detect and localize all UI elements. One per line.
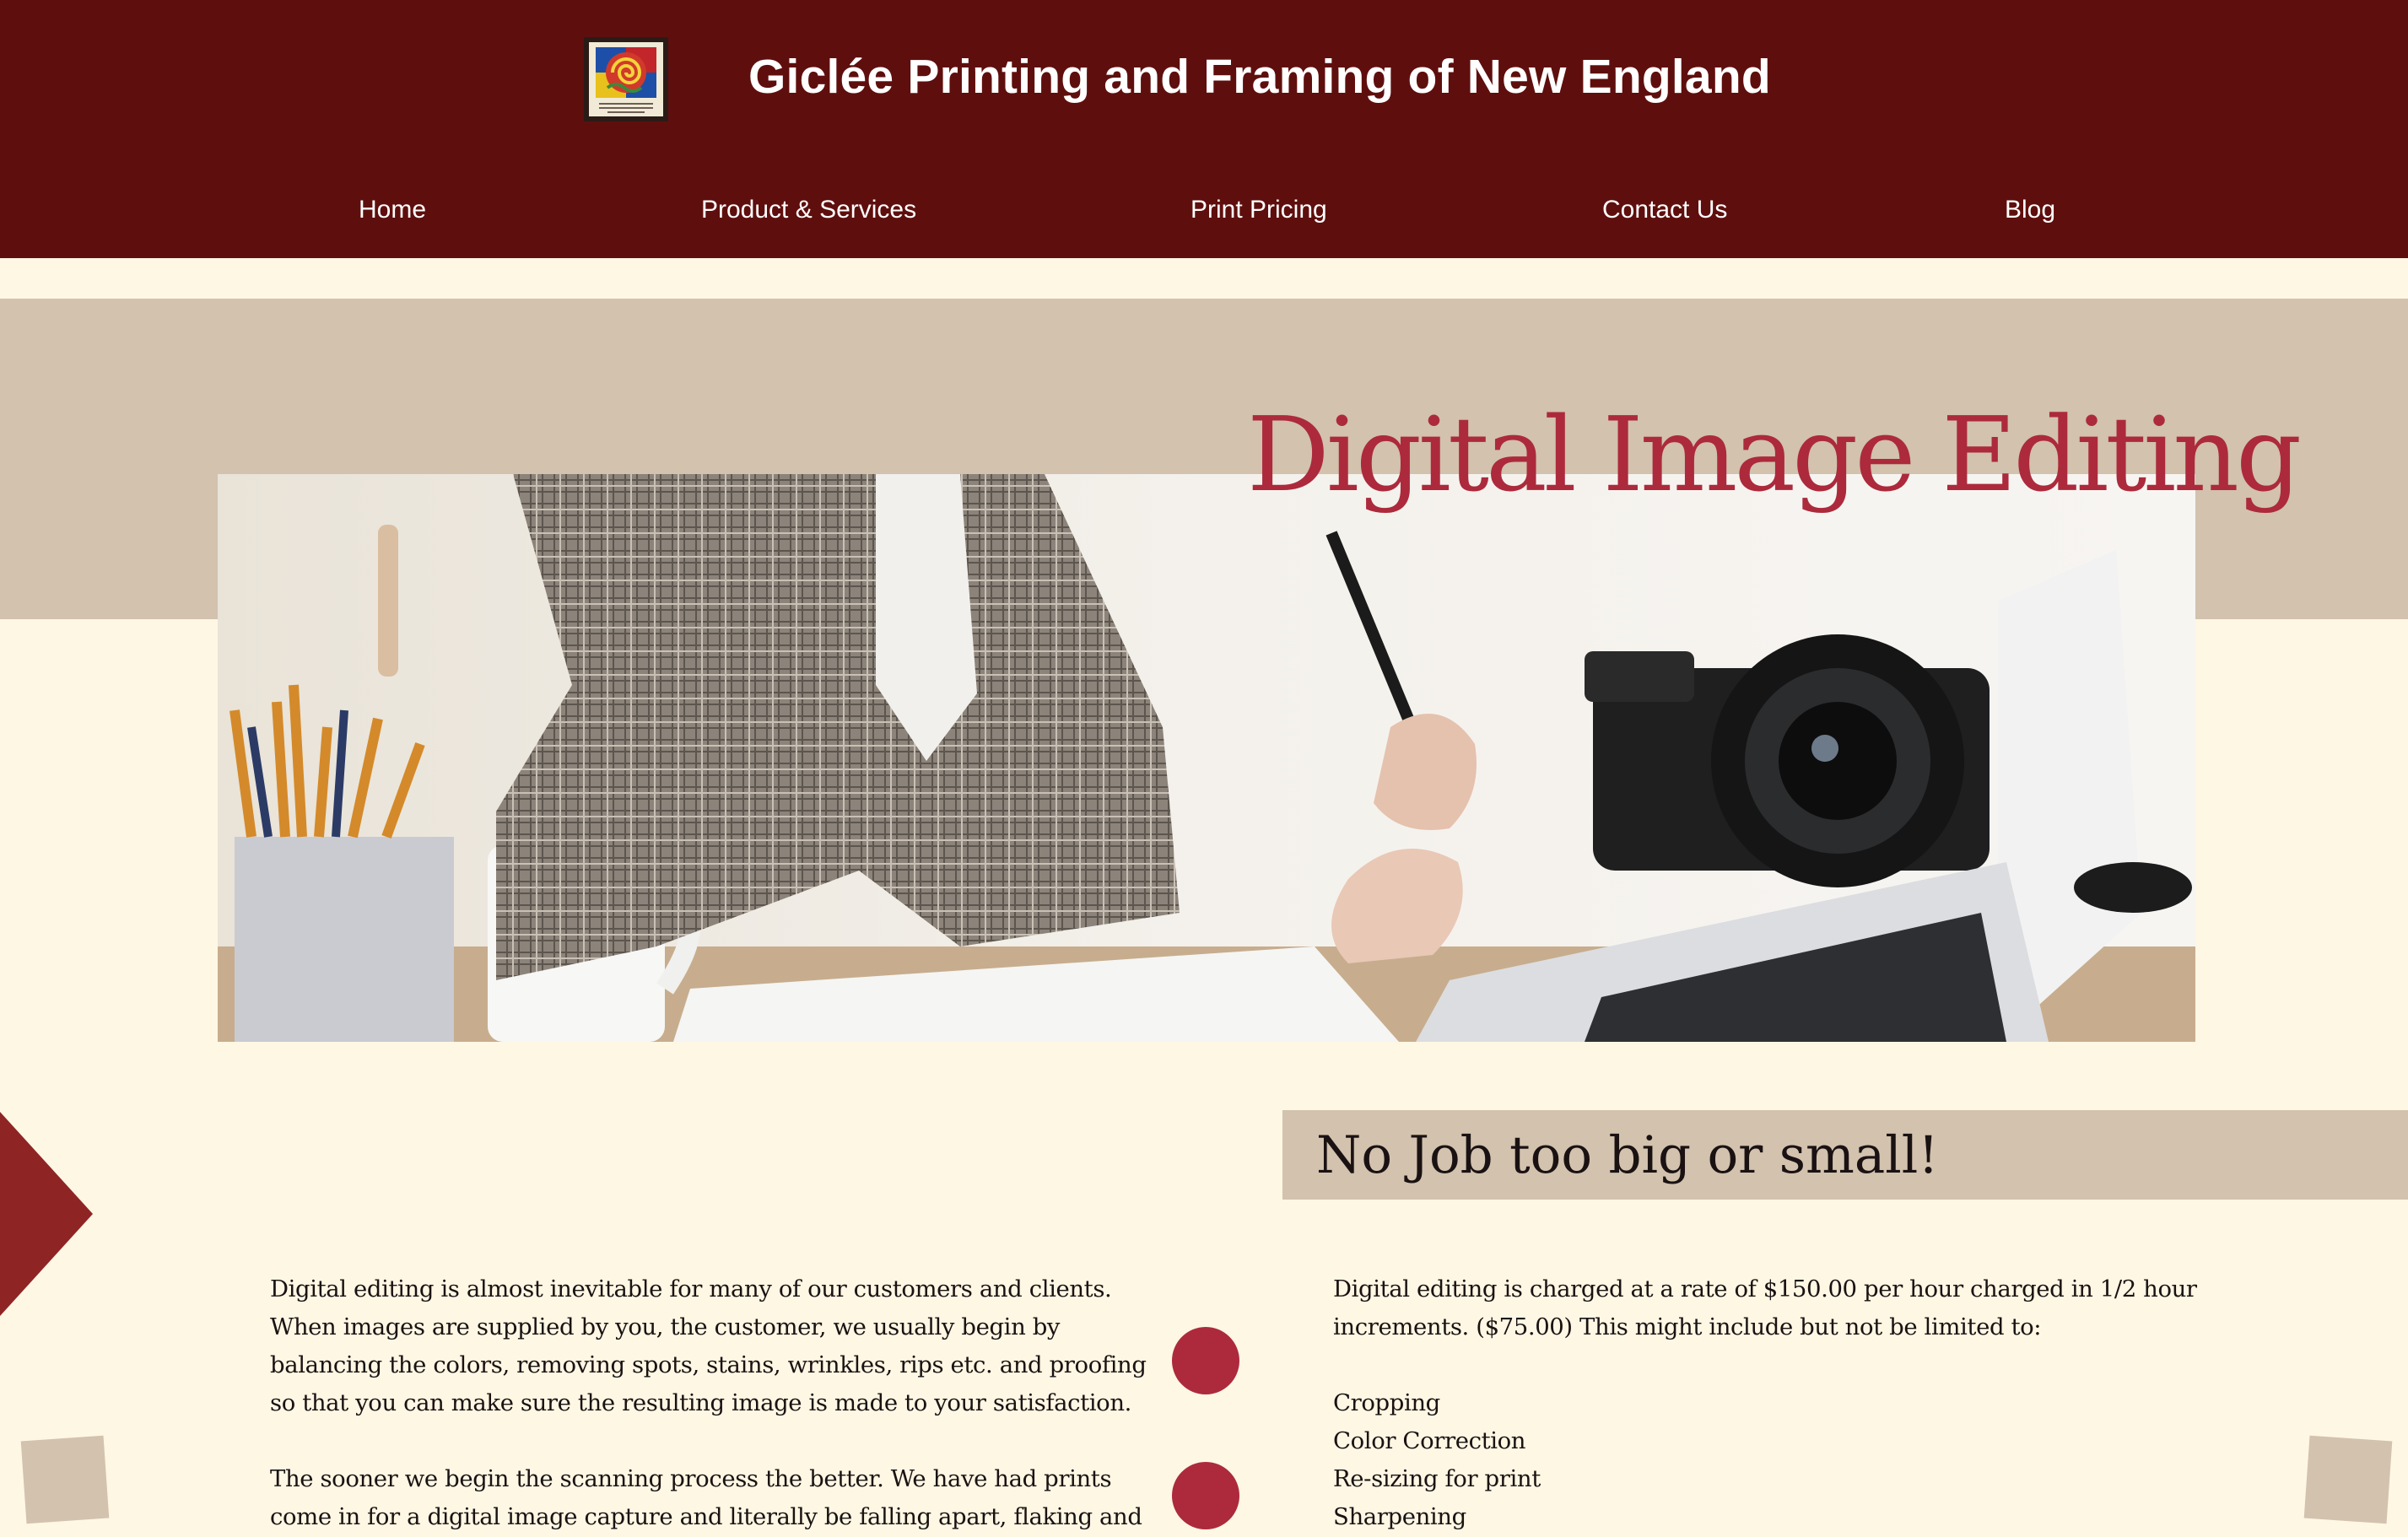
text-line: balancing the colors, removing spots, st… [270, 1351, 1147, 1378]
text-line: The sooner we begin the scanning process… [270, 1465, 1112, 1492]
decorative-square-right [2303, 1435, 2393, 1524]
decorative-triangle [0, 1112, 93, 1316]
text-line: come in for a digital image capture and … [270, 1503, 1142, 1530]
decorative-square-left [20, 1435, 110, 1524]
page: Giclée Printing and Framing of New Engla… [0, 0, 2408, 1537]
text-line: Digital editing is charged at a rate of … [1333, 1275, 2197, 1302]
nav-contact-us[interactable]: Contact Us [1602, 196, 1727, 224]
service-item: Color Correction [1333, 1427, 1526, 1454]
service-item: Re-sizing for print [1333, 1465, 1541, 1492]
service-item: Cropping [1333, 1389, 1440, 1416]
site-header: Giclée Printing and Framing of New Engla… [0, 0, 2408, 258]
nav-print-pricing[interactable]: Print Pricing [1191, 196, 1327, 224]
site-title[interactable]: Giclée Printing and Framing of New Engla… [748, 49, 1771, 105]
gallery-logo-icon[interactable] [584, 37, 668, 121]
text-line: increments. ($75.00) This might include … [1333, 1313, 2042, 1340]
nav-product-services[interactable]: Product & Services [701, 196, 916, 224]
text-line: so that you can make sure the resulting … [270, 1389, 1131, 1416]
section-heading: No Job too big or small! [1316, 1125, 1939, 1185]
hero-image [218, 474, 2195, 1042]
decorative-dot [1172, 1462, 1239, 1529]
text-line: When images are supplied by you, the cus… [270, 1313, 1061, 1340]
swirl-art-icon [596, 47, 656, 98]
right-column-text: Digital editing is charged at a rate of … [1333, 1270, 2197, 1536]
text-line: Digital editing is almost inevitable for… [270, 1275, 1112, 1302]
nav-blog[interactable]: Blog [2005, 196, 2055, 224]
subheading-bar: No Job too big or small! [1282, 1110, 2408, 1200]
page-title: Digital Image Editing [1247, 395, 2302, 515]
service-item: Sharpening [1333, 1503, 1466, 1530]
photo-editing-illustration [218, 474, 2195, 1042]
decorative-dot [1172, 1327, 1239, 1394]
nav-home[interactable]: Home [359, 196, 426, 224]
left-column-text: Digital editing is almost inevitable for… [270, 1270, 1147, 1536]
